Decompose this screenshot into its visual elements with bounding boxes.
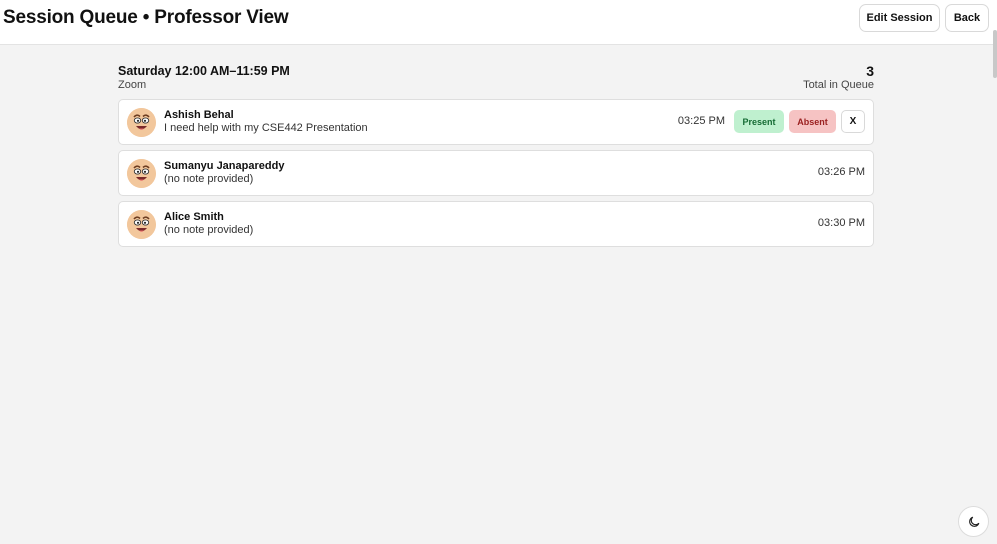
- join-time: 03:25 PM: [677, 115, 725, 127]
- absent-button[interactable]: Absent: [789, 110, 836, 133]
- session-location: Zoom: [118, 79, 147, 91]
- student-note: (no note provided): [164, 173, 254, 185]
- queue-item: Sumanyu Janapareddy (no note provided) 0…: [118, 150, 874, 196]
- queue-item: Alice Smith (no note provided) 03:30 PM: [118, 201, 874, 247]
- join-time: 03:26 PM: [817, 166, 865, 178]
- queue-list: Ashish Behal I need help with my CSE442 …: [118, 99, 874, 252]
- student-name: Ashish Behal: [164, 109, 234, 121]
- remove-button[interactable]: X: [841, 110, 865, 133]
- session-time: Saturday 12:00 AM–11:59 PM: [118, 64, 290, 78]
- queue-count-label: Total in Queue: [803, 79, 874, 91]
- theme-toggle-button[interactable]: [958, 506, 989, 537]
- session-panel: Saturday 12:00 AM–11:59 PM Zoom 3 Total …: [118, 62, 874, 247]
- session-header: Saturday 12:00 AM–11:59 PM Zoom 3 Total …: [118, 62, 874, 100]
- join-time: 03:30 PM: [817, 217, 865, 229]
- present-button[interactable]: Present: [734, 110, 784, 133]
- student-name: Alice Smith: [164, 211, 224, 223]
- student-note: (no note provided): [164, 224, 254, 236]
- queue-item: Ashish Behal I need help with my CSE442 …: [118, 99, 874, 145]
- queue-count: 3: [866, 63, 874, 79]
- back-button[interactable]: Back: [945, 4, 989, 32]
- avatar-icon: [127, 108, 156, 137]
- student-name: Sumanyu Janapareddy: [164, 160, 285, 172]
- edit-session-button[interactable]: Edit Session: [859, 4, 940, 32]
- avatar-icon: [127, 159, 156, 188]
- scrollbar[interactable]: [993, 30, 997, 78]
- moon-icon: [968, 516, 979, 527]
- avatar-icon: [127, 210, 156, 239]
- student-note: I need help with my CSE442 Presentation: [164, 122, 368, 134]
- page-title: Session Queue • Professor View: [3, 7, 289, 28]
- top-bar: Session Queue • Professor View Edit Sess…: [0, 0, 997, 45]
